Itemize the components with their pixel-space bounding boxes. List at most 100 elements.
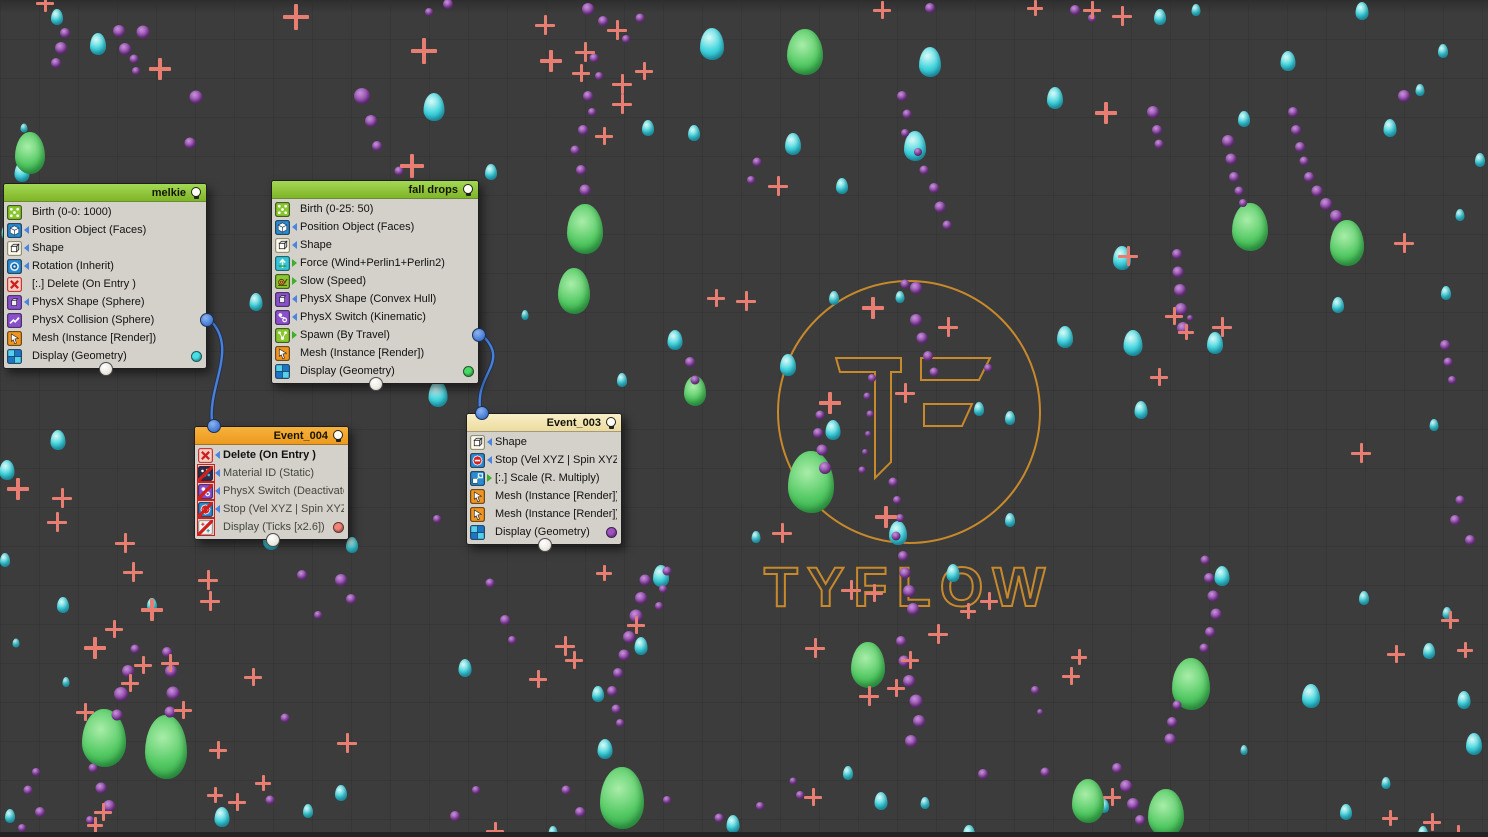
operator-label: Mesh (Instance [Render]) [495, 508, 617, 520]
operator-row-physx-collision[interactable]: PhysX Collision (Sphere) [4, 311, 206, 329]
display-color-dot[interactable] [333, 521, 344, 533]
operator-row-scale[interactable]: [:.] Scale (R. Multiply) [467, 469, 621, 487]
operator-label: Position Object (Faces) [300, 221, 415, 233]
physx-shape-operator-icon [7, 294, 22, 310]
output-pipe-icon [291, 331, 298, 339]
display-color-dot[interactable] [606, 526, 617, 538]
operator-row-birth[interactable]: Birth (0-0: 1000) [4, 203, 206, 221]
material-operator-icon [196, 464, 215, 482]
operator-row-spawn[interactable]: Spawn (By Travel) [272, 326, 478, 344]
operator-row-physx-shape[interactable]: PhysX Shape (Sphere) [4, 293, 206, 311]
spawn-operator-icon [275, 327, 290, 343]
display-color-dot[interactable] [463, 365, 474, 377]
test-output-socket[interactable] [472, 328, 486, 342]
operator-row-rotation[interactable]: Rotation (Inherit) [4, 257, 206, 275]
operator-row-physx-switch[interactable]: PhysX Switch (Deactivate) [195, 482, 348, 500]
shape-operator-icon [7, 240, 22, 256]
node-enabled-bulb-icon[interactable] [191, 186, 201, 199]
node-header[interactable]: Event_003 [467, 414, 621, 432]
input-pipe-icon [23, 298, 30, 306]
operator-row-shape[interactable]: Shape [272, 236, 478, 254]
node-enabled-bulb-icon[interactable] [606, 416, 616, 429]
operator-label: [:.] Delete (On Entry ) [32, 278, 136, 290]
operator-row-shape[interactable]: Shape [4, 239, 206, 257]
operator-row-shape[interactable]: Shape [467, 433, 621, 451]
node-bottom-socket[interactable] [538, 538, 552, 552]
mesh-operator-icon [470, 506, 485, 522]
input-pipe-icon [214, 487, 221, 495]
node-title: melkie [151, 186, 186, 199]
operator-label: Display (Ticks [x2.6]) [223, 521, 325, 533]
operator-label: Birth (0-0: 1000) [32, 206, 112, 218]
input-pipe-icon [291, 241, 298, 249]
operator-row-material[interactable]: Material ID (Static) [195, 464, 348, 482]
operator-list: Shape Stop (Vel XYZ | Spin XYZ) [:.] Scale… [467, 432, 621, 544]
node-header[interactable]: fall drops [272, 181, 478, 199]
pipe-spacer [23, 280, 30, 288]
pipe-spacer [23, 334, 30, 342]
event-node-melkie[interactable]: melkie Birth (0-0: 1000) Position Object (… [3, 183, 214, 376]
operator-label: PhysX Switch (Deactivate) [223, 485, 344, 497]
event-input-socket[interactable] [475, 406, 489, 420]
operator-row-slow[interactable]: Slow (Speed) [272, 272, 478, 290]
pipe-spacer [291, 367, 298, 375]
mesh-operator-icon [470, 488, 485, 504]
node-bottom-socket[interactable] [265, 533, 280, 547]
node-header[interactable]: melkie [4, 184, 206, 202]
pipe-spacer [23, 208, 30, 216]
display-operator-icon [470, 524, 485, 540]
pipe-spacer [23, 316, 30, 324]
operator-row-stop[interactable]: Stop (Vel XYZ | Spin XYZ) [467, 451, 621, 469]
operator-list: Birth (0-0: 1000) Position Object (Faces)… [4, 202, 206, 368]
operator-label: Display (Geometry) [300, 365, 395, 377]
pipe-spacer [291, 349, 298, 357]
operator-row-position[interactable]: Position Object (Faces) [4, 221, 206, 239]
operator-label: Mesh (Instance [Render]) [495, 490, 617, 502]
operator-row-force[interactable]: Force (Wind+Perlin1+Perlin2) [272, 254, 478, 272]
stop-operator-icon [196, 500, 215, 518]
pipe-spacer [291, 205, 298, 213]
test-output-socket[interactable] [200, 313, 214, 327]
output-pipe-icon [291, 259, 298, 267]
node-bottom-socket[interactable] [369, 377, 383, 391]
operator-label: Force (Wind+Perlin1+Perlin2) [300, 257, 445, 269]
operator-row-mesh[interactable]: Mesh (Instance [Render]) [467, 487, 621, 505]
delete-operator-icon [7, 276, 22, 292]
stop-operator-icon [470, 452, 485, 468]
operator-row-mesh[interactable]: Mesh (Instance [Render]) [272, 344, 478, 362]
operator-row-delete[interactable]: Delete (On Entry ) [195, 446, 348, 464]
tyflow-editor-viewport[interactable]: TYFLOW melkieBirth (0-0: 1000)Position O… [0, 0, 1488, 837]
mesh-operator-icon [7, 330, 22, 346]
mesh-operator-icon [275, 345, 290, 361]
operator-label: PhysX Collision (Sphere) [32, 314, 155, 326]
node-title: Event_003 [546, 416, 601, 429]
node-bottom-socket[interactable] [99, 362, 113, 376]
operator-row-stop[interactable]: Stop (Vel XYZ | Spin XYZ) [195, 500, 348, 518]
node-enabled-bulb-icon[interactable] [463, 183, 473, 196]
operator-row-physx-shape[interactable]: PhysX Shape (Convex Hull) [272, 290, 478, 308]
operator-row-mesh[interactable]: Mesh (Instance [Render]) [467, 505, 621, 523]
operator-list: Birth (0-25: 50) Position Object (Faces) S… [272, 199, 478, 383]
operator-row-position[interactable]: Position Object (Faces) [272, 218, 478, 236]
force-operator-icon [275, 255, 290, 271]
output-pipe-icon [291, 277, 298, 285]
event-node-Event_004[interactable]: Event_004 Delete (On Entry ) Material ID (… [194, 419, 349, 547]
pipe-spacer [486, 528, 493, 536]
operator-label: Spawn (By Travel) [300, 329, 390, 341]
input-pipe-icon [214, 451, 221, 459]
operator-label: Shape [300, 239, 332, 251]
operator-row-delete[interactable]: [:.] Delete (On Entry ) [4, 275, 206, 293]
event-input-socket[interactable] [207, 419, 221, 433]
node-title: fall drops [408, 183, 458, 196]
node-enabled-bulb-icon[interactable] [333, 429, 343, 442]
operator-row-physx-switch[interactable]: PhysX Switch (Kinematic) [272, 308, 478, 326]
operator-row-mesh[interactable]: Mesh (Instance [Render]) [4, 329, 206, 347]
operator-row-birth[interactable]: Birth (0-25: 50) [272, 200, 478, 218]
event-node-Event_003[interactable]: Event_003 Shape Stop (Vel XYZ | Spin XYZ) [… [466, 406, 622, 552]
viewport-bottom-edge [0, 832, 1488, 837]
shape-operator-icon [275, 237, 290, 253]
event-node-fall-drops[interactable]: fall drops Birth (0-25: 50) Position Objec… [271, 180, 486, 391]
display-color-dot[interactable] [191, 350, 202, 362]
operator-label: PhysX Shape (Sphere) [32, 296, 145, 308]
operator-label: Material ID (Static) [223, 467, 315, 479]
